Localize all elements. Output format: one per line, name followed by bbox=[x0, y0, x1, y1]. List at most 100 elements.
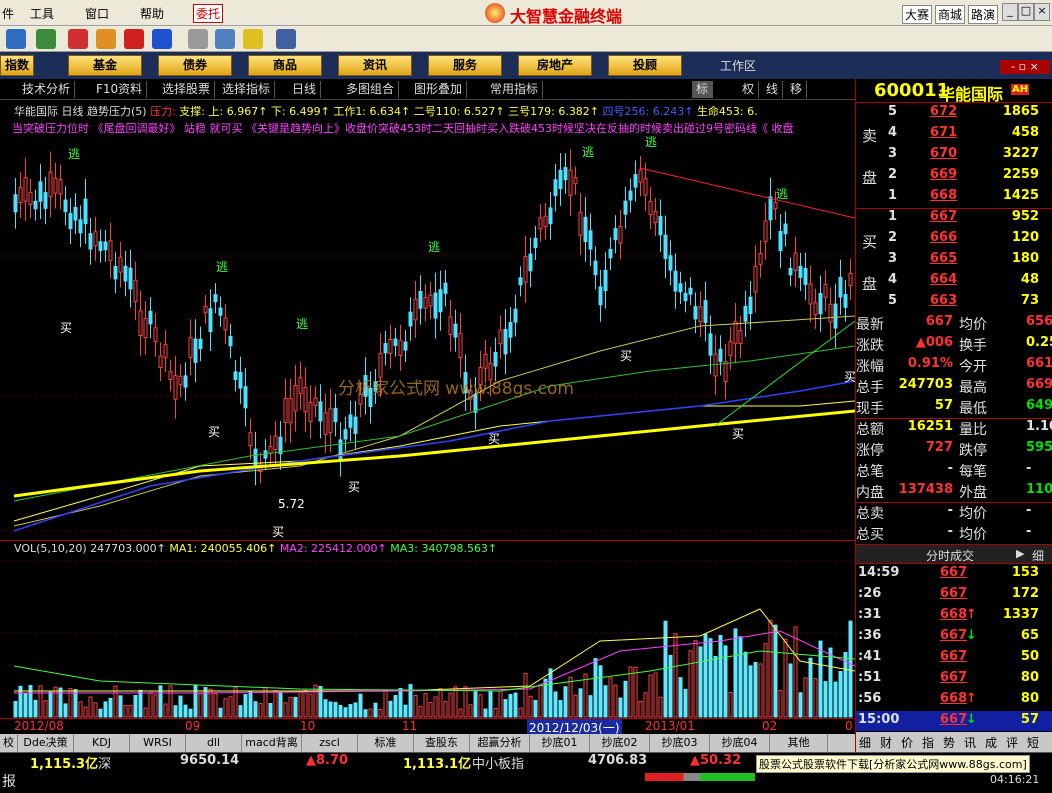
indicator-tab[interactable]: WRSI bbox=[130, 734, 186, 752]
move-button[interactable]: 移 bbox=[786, 81, 808, 98]
menu-tools[interactable]: 工具 bbox=[30, 5, 54, 22]
candlestick-chart[interactable]: 逃逃逃逃逃逃逃买买买买买买买买 5.72 分析家公式网 www.88gs.com bbox=[0, 135, 856, 540]
life-line bbox=[13, 409, 856, 498]
candle-body bbox=[723, 361, 728, 382]
candle-body bbox=[393, 338, 398, 347]
indicator-tab[interactable]: 抄底01 bbox=[530, 734, 590, 752]
buy-price: 666 bbox=[930, 230, 958, 245]
panel-tab[interactable]: 指 bbox=[922, 734, 934, 751]
panel-tab[interactable]: 势 bbox=[943, 734, 955, 751]
select-indicator-button[interactable]: 选择指标 bbox=[218, 81, 276, 98]
sell-price: 671 bbox=[930, 125, 958, 140]
close-button[interactable]: × bbox=[1034, 3, 1050, 21]
window-icon[interactable] bbox=[215, 29, 235, 49]
trade-price: 667 bbox=[940, 565, 968, 580]
books-icon[interactable] bbox=[243, 29, 263, 49]
volume-bar bbox=[443, 700, 448, 718]
ad-banner[interactable]: 股票公式股票软件下载[分析家公式网www.88gs.com] bbox=[756, 755, 1030, 773]
print-icon[interactable] bbox=[188, 29, 208, 49]
common-indicator-button[interactable]: 常用指标 bbox=[486, 81, 544, 98]
candle-body bbox=[638, 169, 643, 183]
ah-badge[interactable]: AH bbox=[1011, 84, 1030, 95]
sell-price: 670 bbox=[930, 146, 958, 161]
nav-service[interactable]: 服务 bbox=[428, 55, 502, 76]
minimize-button[interactable]: _ bbox=[1002, 3, 1018, 21]
sell-level: 5 bbox=[888, 104, 898, 119]
binoculars-icon[interactable] bbox=[6, 29, 26, 49]
nav-advisor[interactable]: 投顾 bbox=[608, 55, 682, 76]
indicator-tab[interactable]: 抄底02 bbox=[590, 734, 650, 752]
alert-icon[interactable] bbox=[68, 29, 88, 49]
mark-button[interactable]: 标 bbox=[692, 81, 714, 98]
menu-window[interactable]: 窗口 bbox=[85, 5, 109, 22]
help-cursor-icon[interactable] bbox=[276, 29, 296, 49]
quote-value: 661 bbox=[1026, 356, 1052, 371]
indicator-tab[interactable]: 抄底03 bbox=[650, 734, 710, 752]
window-controls[interactable]: - ▫ × bbox=[1000, 60, 1050, 74]
nav-index[interactable]: 指数 bbox=[0, 55, 34, 76]
overlay-button[interactable]: 图形叠加 bbox=[410, 81, 468, 98]
candle-body bbox=[673, 270, 678, 292]
nav-bond[interactable]: 债券 bbox=[158, 55, 232, 76]
volume-svg bbox=[0, 560, 856, 718]
quote-label: 最高 bbox=[959, 380, 987, 396]
candle-body bbox=[533, 237, 538, 248]
entrust-button[interactable]: 委托 bbox=[193, 4, 224, 23]
candle-body bbox=[208, 308, 213, 333]
line-button[interactable]: 线 bbox=[762, 81, 784, 98]
nav-realestate[interactable]: 房地产 bbox=[518, 55, 592, 76]
mall-button[interactable]: 商城 bbox=[935, 5, 966, 24]
volume-bar bbox=[128, 704, 133, 718]
tech-analysis-button[interactable]: 技术分析 bbox=[18, 81, 76, 98]
indicator-tab[interactable]: macd背离 bbox=[242, 734, 302, 752]
volume-bar bbox=[813, 678, 818, 718]
trades-scroll-icon[interactable]: ▶ bbox=[1016, 547, 1024, 560]
indicator-tab[interactable]: 查股东 bbox=[414, 734, 470, 752]
panel-tab[interactable]: 成 bbox=[985, 734, 997, 751]
indicator-tab[interactable]: zscl bbox=[302, 734, 358, 752]
panel-tab[interactable]: 细 bbox=[859, 734, 871, 751]
multi-chart-button[interactable]: 多图组合 bbox=[342, 81, 400, 98]
menu-help[interactable]: 帮助 bbox=[140, 5, 164, 22]
roadshow-button[interactable]: 路演 bbox=[968, 5, 999, 24]
period-dropdown[interactable]: 日线 bbox=[288, 81, 322, 98]
rights-button[interactable]: 权 bbox=[738, 81, 760, 98]
toolbar bbox=[0, 26, 1052, 52]
indicator-tab[interactable]: 其他 bbox=[770, 734, 828, 752]
panel-tab[interactable]: 财 bbox=[880, 734, 892, 751]
nav-commodity[interactable]: 商品 bbox=[248, 55, 322, 76]
trades-detail-button[interactable]: 细 bbox=[1032, 547, 1044, 564]
quote-value: 16251 bbox=[907, 419, 953, 434]
indicator-tab[interactable]: 抄底04 bbox=[710, 734, 770, 752]
trade2-icon[interactable] bbox=[152, 29, 172, 49]
select-stock-button[interactable]: 选择股票 bbox=[158, 81, 216, 98]
menu-file[interactable]: 件 bbox=[2, 5, 14, 22]
diamond-icon[interactable] bbox=[96, 29, 116, 49]
candle-body bbox=[688, 287, 693, 295]
workspace-label[interactable]: 工作区 bbox=[720, 57, 756, 74]
buy-marker: 买 bbox=[208, 425, 220, 439]
trade-icon[interactable] bbox=[124, 29, 144, 49]
indicator-tab[interactable]: Dde决策 bbox=[18, 734, 74, 752]
indicator-tab[interactable]: KDJ bbox=[74, 734, 130, 752]
indicator-tab[interactable]: 标准 bbox=[358, 734, 414, 752]
panel-tab[interactable]: 评 bbox=[1006, 734, 1018, 751]
panel-tab[interactable]: 短 bbox=[1027, 734, 1039, 751]
nav-news[interactable]: 资讯 bbox=[338, 55, 412, 76]
panel-tab[interactable]: 讯 bbox=[964, 734, 976, 751]
indicator-tab[interactable]: dll bbox=[186, 734, 242, 752]
quote-value: 656 bbox=[1026, 314, 1052, 329]
maximize-button[interactable]: □ bbox=[1018, 3, 1034, 21]
panel-tab[interactable]: 价 bbox=[901, 734, 913, 751]
indicator-tab[interactable]: 校 bbox=[0, 734, 18, 752]
volume-bar bbox=[563, 686, 568, 718]
f10-button[interactable]: F10资料 bbox=[92, 81, 148, 98]
volume-chart[interactable]: VOL(5,10,20) 247703.000↑ MA1: 240055.406… bbox=[0, 540, 856, 718]
indicator-tab[interactable]: 超赢分析 bbox=[470, 734, 530, 752]
candle-body bbox=[133, 279, 138, 303]
contest-button[interactable]: 大赛 bbox=[902, 5, 933, 24]
nav-fund[interactable]: 基金 bbox=[68, 55, 142, 76]
chart-icon[interactable] bbox=[36, 29, 56, 49]
candle-body bbox=[743, 305, 748, 322]
trades-list: 14:59 667 153:26 667 172:31 668 ↑ 1337:36 667 ↓ 65… bbox=[856, 565, 1052, 731]
